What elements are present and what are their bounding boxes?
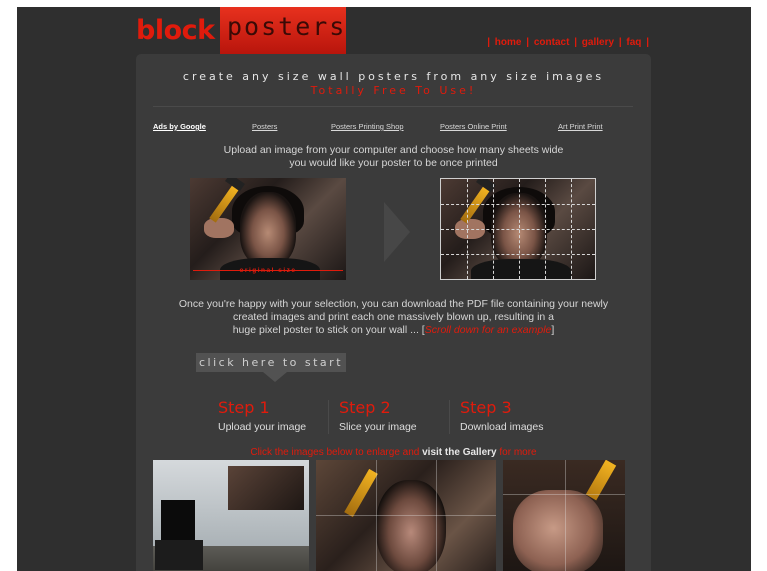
step-3-title: Step 3 <box>460 398 512 417</box>
visit-gallery-link[interactable]: visit the Gallery <box>422 447 496 458</box>
step-2-desc: Slice your image <box>339 421 417 433</box>
nav-gallery-link[interactable]: gallery <box>582 37 614 48</box>
ad-link-art-print[interactable]: Art Print Print <box>558 122 603 131</box>
arm-shape <box>204 218 234 238</box>
step-3: Step 3 Download images <box>460 398 543 433</box>
intro-line-2: you would like your poster to be once pr… <box>289 157 498 169</box>
ad-link-posters[interactable]: Posters <box>252 122 277 131</box>
poster-seam <box>565 460 566 571</box>
original-image: original size <box>190 178 346 280</box>
page-frame: block posters | home | contact | gallery… <box>17 7 751 571</box>
description-line-3-text: huge pixel poster to stick on your wall … <box>232 324 425 336</box>
step-separator <box>449 400 450 434</box>
ad-link-posters-printing-shop[interactable]: Posters Printing Shop <box>331 122 404 131</box>
nav-faq-link[interactable]: faq <box>626 37 641 48</box>
original-size-caption: original size <box>239 267 297 274</box>
step-1-desc: Upload your image <box>218 421 307 433</box>
poster-seam <box>503 494 625 495</box>
top-nav: | home | contact | gallery | faq | <box>487 37 649 48</box>
scroll-down-link[interactable]: Scroll down for an example <box>425 324 552 336</box>
shirt-shape <box>471 259 571 279</box>
slice-grid-line <box>441 204 595 205</box>
step-1: Step 1 Upload your image <box>218 398 306 433</box>
intro-line-1: Upload an image from your computer and c… <box>223 144 564 156</box>
ad-link-posters-online-print[interactable]: Posters Online Print <box>440 122 507 131</box>
tv-shape <box>161 500 195 540</box>
gallery-prompt-suffix: for more <box>496 447 537 458</box>
step-1-title: Step 1 <box>218 398 270 417</box>
poster-seam <box>316 515 496 516</box>
hand-shape <box>513 490 603 571</box>
divider <box>153 106 633 107</box>
nav-contact-link[interactable]: contact <box>534 37 570 48</box>
room-poster-shape <box>228 466 304 510</box>
face-shape <box>240 192 296 266</box>
description-line-3: huge pixel poster to stick on your wall … <box>136 324 651 337</box>
sliced-image <box>440 178 596 280</box>
main-panel: create any size wall posters from any si… <box>136 54 651 571</box>
logo-block-text[interactable]: block <box>136 16 215 46</box>
gallery-thumb-hand-closeup[interactable] <box>503 460 625 571</box>
step-separator <box>328 400 329 434</box>
slice-grid-line <box>441 254 595 255</box>
gallery-prompt-text: Click the images below to enlarge and <box>250 447 423 458</box>
step-2-title: Step 2 <box>339 398 391 417</box>
slice-grid-line <box>441 229 595 230</box>
description-line-3-close: ] <box>551 324 555 336</box>
tagline-free: Totally Free To Use! <box>310 84 477 97</box>
step-3-desc: Download images <box>460 421 544 433</box>
gallery-thumb-poster-closeup[interactable] <box>316 460 496 571</box>
hammer-handle <box>344 468 378 518</box>
description-line-1: Once you're happy with your selection, y… <box>178 298 609 310</box>
nav-home-link[interactable]: home <box>495 37 522 48</box>
step-2: Step 2 Slice your image <box>339 398 417 433</box>
intro-text: Upload an image from your computer and c… <box>136 144 651 170</box>
arrow-right-icon <box>384 202 410 262</box>
gallery-thumb-room[interactable] <box>153 460 309 571</box>
table-shape <box>155 540 203 570</box>
start-button-pointer <box>263 372 287 382</box>
click-here-to-start-button[interactable]: click here to start <box>196 353 346 372</box>
description-line-2: created images and print each one massiv… <box>232 311 554 323</box>
description-text: Once you're happy with your selection, y… <box>136 298 651 337</box>
tagline: create any size wall posters from any si… <box>182 70 605 83</box>
gallery-prompt: Click the images below to enlarge and vi… <box>136 447 651 458</box>
ads-by-google-link[interactable]: Ads by Google <box>153 122 206 131</box>
logo-posters-text[interactable]: posters <box>220 7 346 54</box>
